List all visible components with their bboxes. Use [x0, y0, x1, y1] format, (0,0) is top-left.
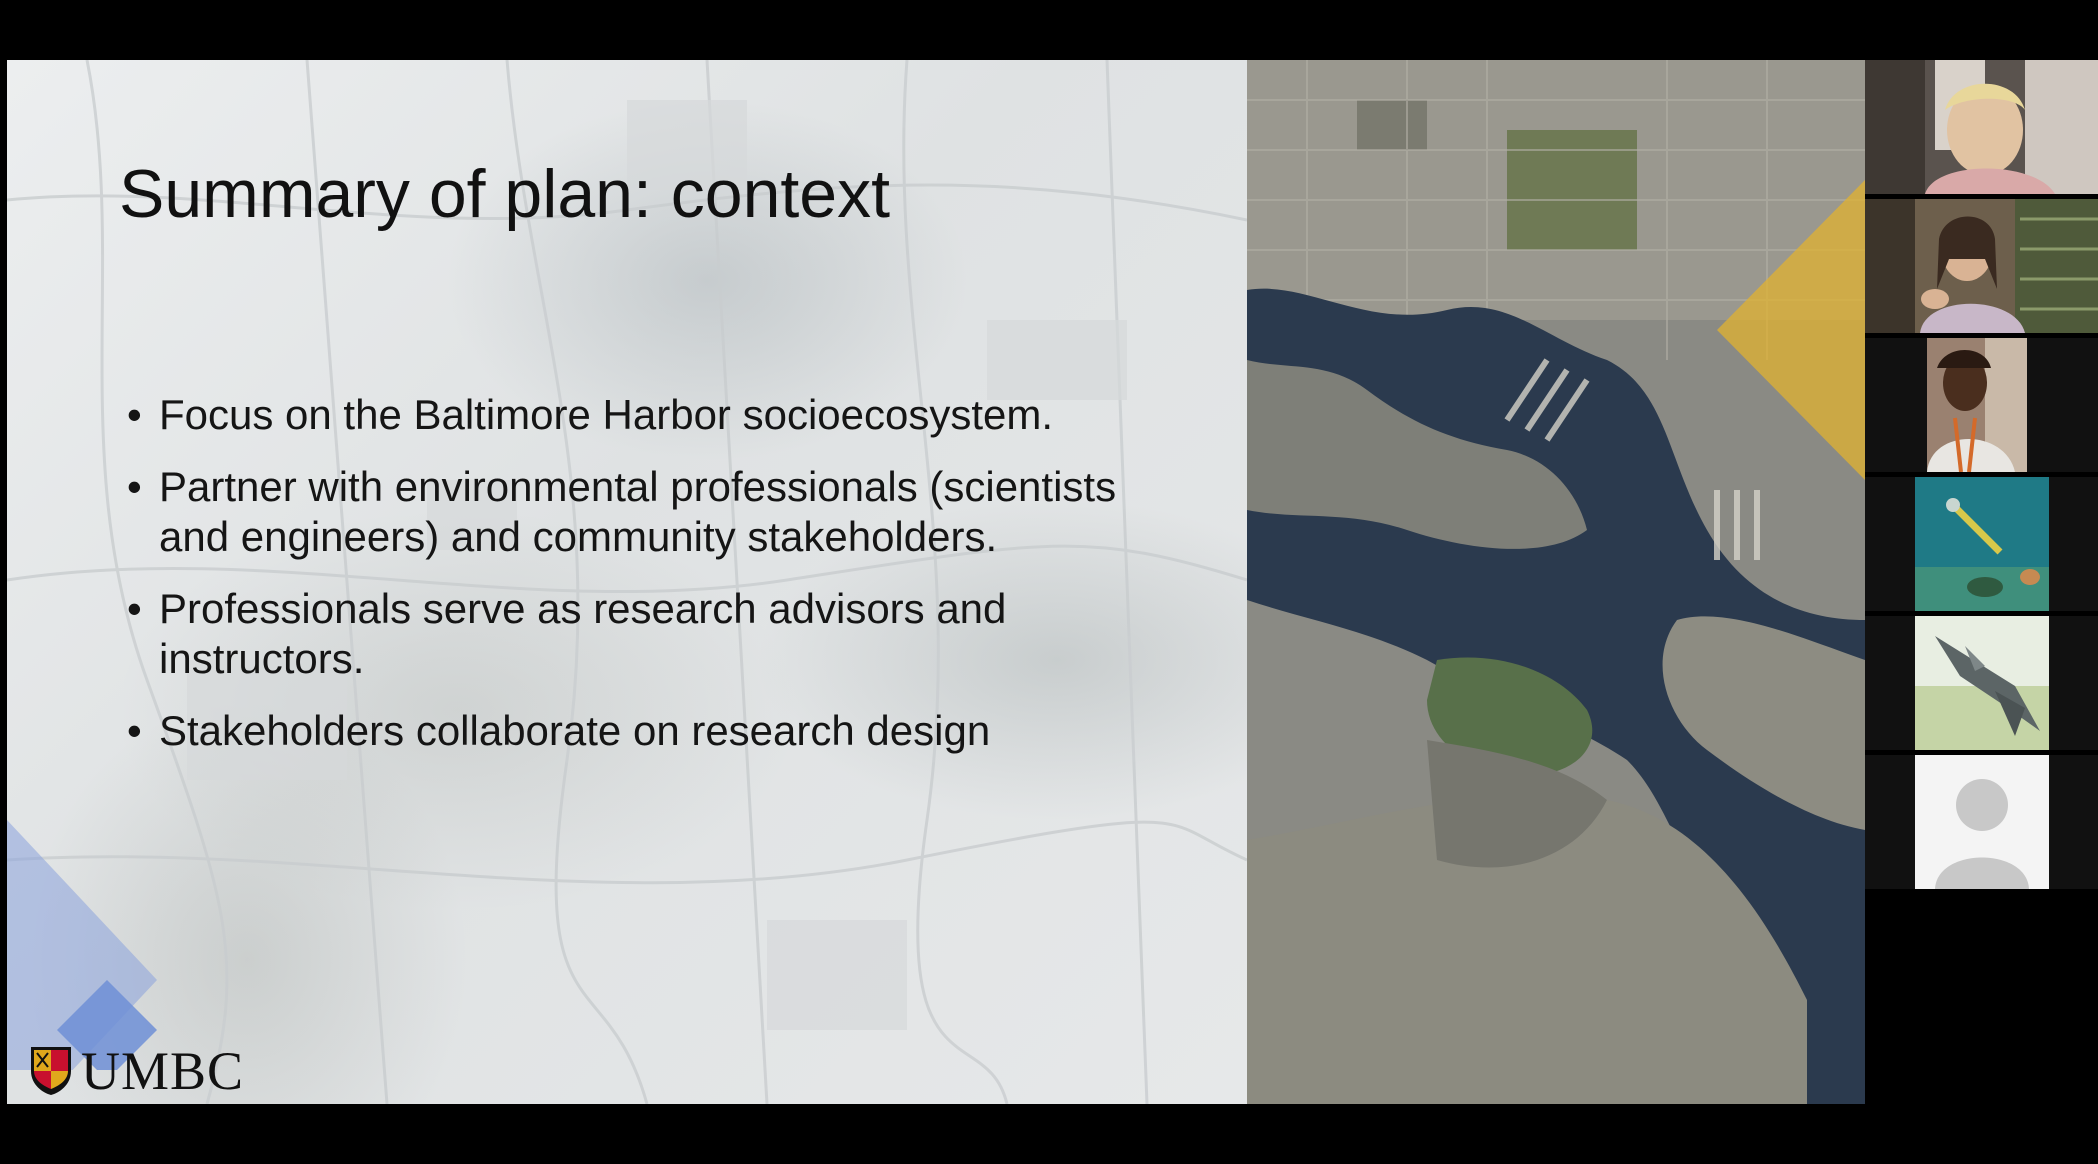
- bullet-text: Professionals serve as research advisors…: [159, 585, 1007, 682]
- bullet-text: Partner with environmental professionals…: [159, 463, 1117, 560]
- participant-video-tile[interactable]: [1865, 338, 2098, 472]
- participant-video-tile[interactable]: [1865, 755, 2098, 889]
- slide-title: Summary of plan: context: [119, 156, 891, 232]
- bullet-item: • Focus on the Baltimore Harbor socioecos…: [127, 390, 1187, 440]
- bullet-glyph: •: [127, 391, 142, 438]
- participant-video-tile[interactable]: [1865, 616, 2098, 750]
- bullet-item: • Partner with environmental professional…: [127, 462, 1187, 562]
- bullet-glyph: •: [127, 463, 142, 510]
- bullet-item: • Professionals serve as research advisor…: [127, 584, 1187, 684]
- participant-video-tile[interactable]: [1865, 60, 2098, 194]
- baltimore-harbor-aerial-photo: [1247, 60, 1865, 1104]
- bullet-text: Stakeholders collaborate on research des…: [159, 707, 991, 754]
- bullet-glyph: •: [127, 585, 142, 632]
- participant-video-tile[interactable]: [1865, 199, 2098, 333]
- blue-diamond-decoration: [7, 820, 157, 1070]
- bullet-glyph: •: [127, 707, 142, 754]
- umbc-logo: UMBC: [29, 1040, 244, 1102]
- avatar-placeholder-icon: [1865, 755, 2098, 889]
- maryland-shield-icon: [31, 1047, 71, 1095]
- umbc-logo-text: UMBC: [81, 1041, 245, 1101]
- bullet-text: Focus on the Baltimore Harbor socioecosy…: [159, 391, 1054, 438]
- slide-content-area: Summary of plan: context • Focus on the B…: [7, 60, 1247, 1104]
- participant-video-tile[interactable]: [1865, 477, 2098, 611]
- participant-gallery: [1865, 60, 2098, 890]
- bullet-list: • Focus on the Baltimore Harbor socioecos…: [127, 390, 1187, 778]
- bullet-item: • Stakeholders collaborate on research de…: [127, 706, 1187, 756]
- presentation-slide: Summary of plan: context • Focus on the B…: [7, 60, 1865, 1104]
